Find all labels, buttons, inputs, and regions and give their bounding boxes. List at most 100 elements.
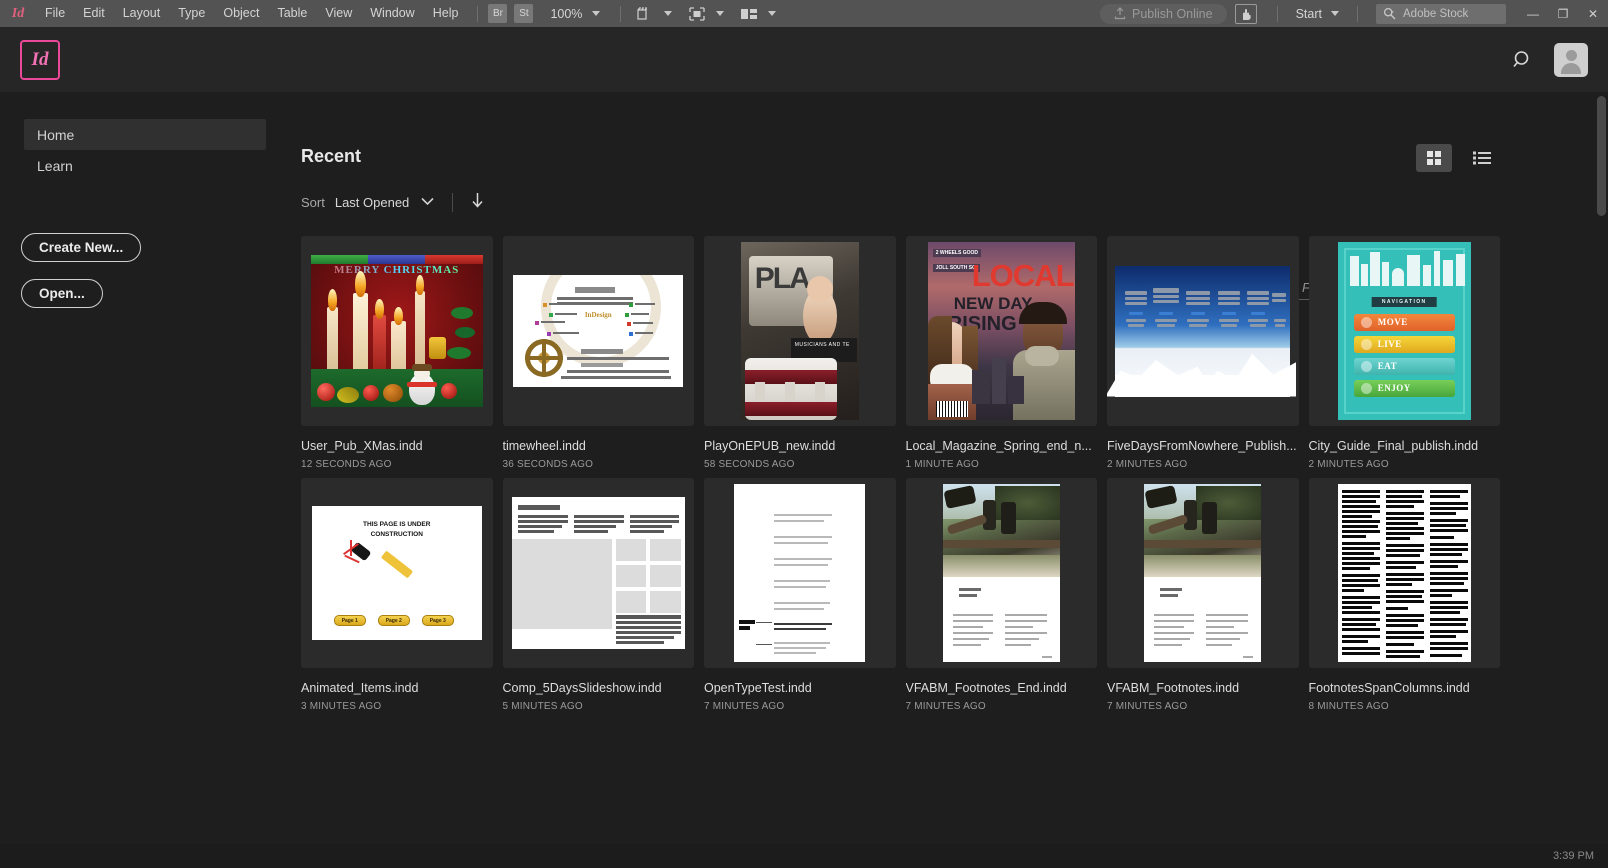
arrange-documents-icon[interactable]: [740, 7, 758, 21]
sidebar-item-home[interactable]: Home: [24, 119, 266, 150]
file-thumbnail: THIS PAGE IS UNDERCONSTRUCTION Page 1 Pa…: [301, 478, 493, 668]
recent-file-card[interactable]: FiveDaysFromNowhere_Publish... 2 MINUTES…: [1107, 236, 1299, 470]
file-name: Local_Magazine_Spring_end_n...: [906, 439, 1098, 453]
file-thumbnail: [1107, 478, 1299, 668]
file-timestamp: 1 MINUTE AGO: [906, 459, 1098, 470]
recent-panel: Recent Sort Last Opened: [290, 92, 1608, 844]
recent-file-card[interactable]: InDesign: [503, 236, 695, 470]
file-thumbnail: [503, 478, 695, 668]
menubar-divider-3: [1277, 6, 1278, 22]
scrollbar-thumb[interactable]: [1597, 96, 1606, 216]
file-name: FootnotesSpanColumns.indd: [1309, 681, 1501, 695]
window-controls: — ❐ ✕: [1518, 0, 1608, 27]
sidebar-item-home-label: Home: [37, 127, 74, 143]
arrow-down-icon[interactable]: [471, 192, 484, 212]
restore-button[interactable]: ❐: [1548, 0, 1578, 27]
menu-bar: Id File Edit Layout Type Object Table Vi…: [0, 0, 1608, 27]
menu-view[interactable]: View: [316, 0, 361, 27]
home-screen-header: Id: [0, 27, 1608, 92]
recent-file-card[interactable]: 2 WHEELS GOOD JOLL SOUTH SQ. LOCAL NEW D…: [906, 236, 1098, 470]
file-timestamp: 2 MINUTES AGO: [1107, 459, 1299, 470]
menu-type[interactable]: Type: [169, 0, 214, 27]
upload-icon: [1114, 7, 1126, 20]
recent-file-card[interactable]: VFABM_Footnotes.indd 7 MINUTES AGO: [1107, 478, 1299, 712]
file-name: City_Guide_Final_publish.indd: [1309, 439, 1501, 453]
magazine-tag-1: 2 WHEELS GOOD: [933, 249, 981, 257]
view-options-icon[interactable]: [637, 6, 654, 22]
workspace-label: Start: [1296, 7, 1322, 21]
sort-chevron-down-icon[interactable]: [421, 193, 434, 211]
menu-table[interactable]: Table: [268, 0, 316, 27]
adobe-stock-search[interactable]: Adobe Stock: [1376, 4, 1506, 24]
file-timestamp: 7 MINUTES AGO: [906, 701, 1098, 712]
recent-file-card[interactable]: Comp_5DaysSlideshow.indd 5 MINUTES AGO: [503, 478, 695, 712]
header-actions: [1510, 43, 1588, 77]
search-icon[interactable]: [1510, 47, 1536, 73]
minimize-button[interactable]: —: [1518, 0, 1548, 27]
file-name: Comp_5DaysSlideshow.indd: [503, 681, 695, 695]
sidebar-item-learn[interactable]: Learn: [24, 150, 266, 181]
sort-divider: [452, 193, 453, 212]
file-name: OpenTypeTest.indd: [704, 681, 896, 695]
file-thumbnail: [1107, 236, 1299, 426]
sort-dropdown-value[interactable]: Last Opened: [335, 195, 409, 210]
recent-file-card[interactable]: MERRY CHRISTMAS: [301, 236, 493, 470]
sidebar: Home Learn Create New... Open...: [0, 92, 290, 844]
home-content: Home Learn Create New... Open... Recent …: [0, 92, 1608, 844]
open-button[interactable]: Open...: [21, 279, 103, 308]
list-view-button[interactable]: [1464, 144, 1500, 172]
zoom-level-value[interactable]: 100%: [550, 7, 582, 21]
menu-file[interactable]: File: [36, 0, 74, 27]
file-thumbnail: MERRY CHRISTMAS: [301, 236, 493, 426]
menu-layout[interactable]: Layout: [114, 0, 170, 27]
file-timestamp: 2 MINUTES AGO: [1309, 459, 1501, 470]
file-timestamp: 8 MINUTES AGO: [1309, 701, 1501, 712]
share-hand-icon[interactable]: [1235, 4, 1257, 24]
screen-mode-icon[interactable]: [688, 6, 706, 22]
sidebar-item-learn-label: Learn: [37, 158, 73, 174]
scrollbar-track[interactable]: [1594, 92, 1608, 844]
file-thumbnail: [906, 478, 1098, 668]
indesign-home-logo-icon: Id: [20, 40, 60, 80]
menu-edit[interactable]: Edit: [74, 0, 114, 27]
file-thumbnail: InDesign: [503, 236, 695, 426]
bridge-button[interactable]: Br: [488, 4, 507, 23]
barcode-icon: [936, 401, 968, 417]
view-options-dropdown-arrow[interactable]: [654, 11, 682, 16]
publish-online-label: Publish Online: [1132, 7, 1213, 21]
recent-file-card[interactable]: VFABM_Footnotes_End.indd 7 MINUTES AGO: [906, 478, 1098, 712]
create-new-button[interactable]: Create New...: [21, 233, 141, 262]
file-name: VFABM_Footnotes_End.indd: [906, 681, 1098, 695]
menubar-divider-2: [620, 6, 621, 22]
stock-button[interactable]: St: [514, 4, 533, 23]
file-thumbnail: NAVIGATION MOVE LIVE EAT: [1309, 236, 1501, 426]
workspace-switcher[interactable]: Start: [1288, 7, 1347, 21]
page-title: Recent: [301, 146, 1608, 167]
zoom-dropdown-arrow[interactable]: [582, 11, 610, 16]
view-mode-toggles: [1416, 144, 1500, 172]
cityguide-nav-label: NAVIGATION: [1372, 297, 1437, 307]
recent-file-card[interactable]: FootnotesSpanColumns.indd 8 MINUTES AGO: [1309, 478, 1501, 712]
file-thumbnail: [704, 478, 896, 668]
menu-help[interactable]: Help: [424, 0, 468, 27]
file-thumbnail: PLA MUSICIANS AND TE: [704, 236, 896, 426]
file-name: VFABM_Footnotes.indd: [1107, 681, 1299, 695]
screen-mode-dropdown-arrow[interactable]: [706, 11, 734, 16]
arrange-documents-dropdown-arrow[interactable]: [758, 11, 786, 16]
recent-file-card[interactable]: THIS PAGE IS UNDERCONSTRUCTION Page 1 Pa…: [301, 478, 493, 712]
menu-object[interactable]: Object: [214, 0, 268, 27]
recent-file-card[interactable]: OpenTypeTest.indd 7 MINUTES AGO: [704, 478, 896, 712]
recent-file-card[interactable]: NAVIGATION MOVE LIVE EAT: [1309, 236, 1501, 470]
file-name: PlayOnEPUB_new.indd: [704, 439, 896, 453]
close-button[interactable]: ✕: [1578, 0, 1608, 27]
publish-online-button[interactable]: Publish Online: [1100, 4, 1227, 24]
recent-file-card[interactable]: PLA MUSICIANS AND TE PlayOnEPUB_new.indd: [704, 236, 896, 470]
file-name: FiveDaysFromNowhere_Publish...: [1107, 439, 1299, 453]
grid-view-button[interactable]: [1416, 144, 1452, 172]
taskbar: 3:39 PM: [0, 844, 1608, 868]
avatar[interactable]: [1554, 43, 1588, 77]
adobe-stock-placeholder: Adobe Stock: [1403, 8, 1468, 20]
menu-window[interactable]: Window: [361, 0, 423, 27]
file-thumbnail: 2 WHEELS GOOD JOLL SOUTH SQ. LOCAL NEW D…: [906, 236, 1098, 426]
file-timestamp: 36 SECONDS AGO: [503, 459, 695, 470]
